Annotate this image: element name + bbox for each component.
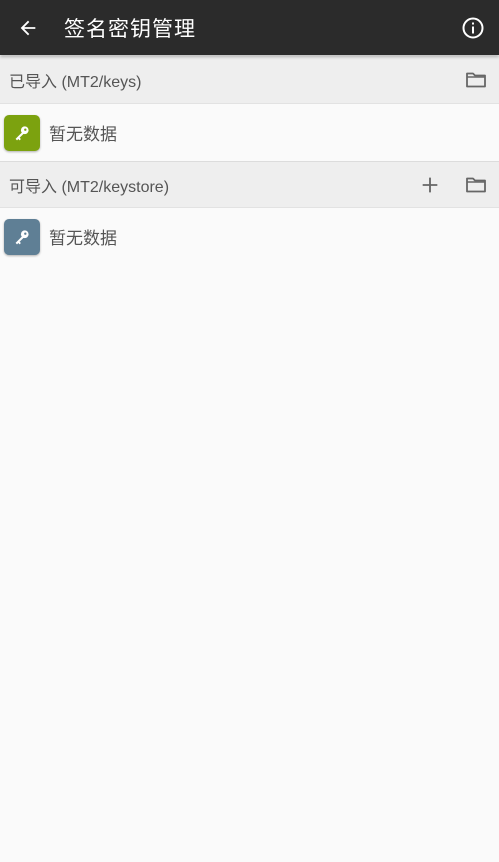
imported-folder-button[interactable] [453, 56, 499, 103]
section-header-imported: 已导入 (MT2/keys) [0, 56, 499, 104]
key-icon [15, 125, 29, 140]
page-title: 签名密钥管理 [64, 16, 196, 41]
importable-add-button[interactable] [407, 161, 453, 208]
imported-empty-row: 暂无数据 [0, 104, 499, 161]
info-icon [462, 17, 484, 38]
imported-key-badge [4, 114, 40, 151]
importable-empty-text: 暂无数据 [49, 229, 117, 249]
key-icon [15, 229, 29, 244]
imported-empty-text: 暂无数据 [49, 125, 117, 145]
section-header-importable: 可导入 (MT2/keystore) [0, 161, 499, 208]
plus-icon [422, 177, 438, 192]
info-button[interactable] [447, 0, 499, 55]
top-app-bar: 签名密钥管理 [0, 0, 499, 55]
importable-key-badge [4, 218, 40, 255]
section-title-imported: 已导入 (MT2/keys) [9, 73, 142, 91]
folder-icon [466, 72, 486, 87]
importable-folder-button[interactable] [453, 161, 499, 208]
arrow-left-icon [20, 20, 36, 35]
section-title-importable: 可导入 (MT2/keystore) [9, 178, 170, 196]
folder-icon [466, 177, 486, 192]
importable-empty-row: 暂无数据 [0, 208, 499, 265]
back-button[interactable] [0, 0, 56, 55]
app-root: 签名密钥管理 已导入 (MT2/keys) 暂无数据 可导入 (MT2/keys… [0, 0, 499, 862]
